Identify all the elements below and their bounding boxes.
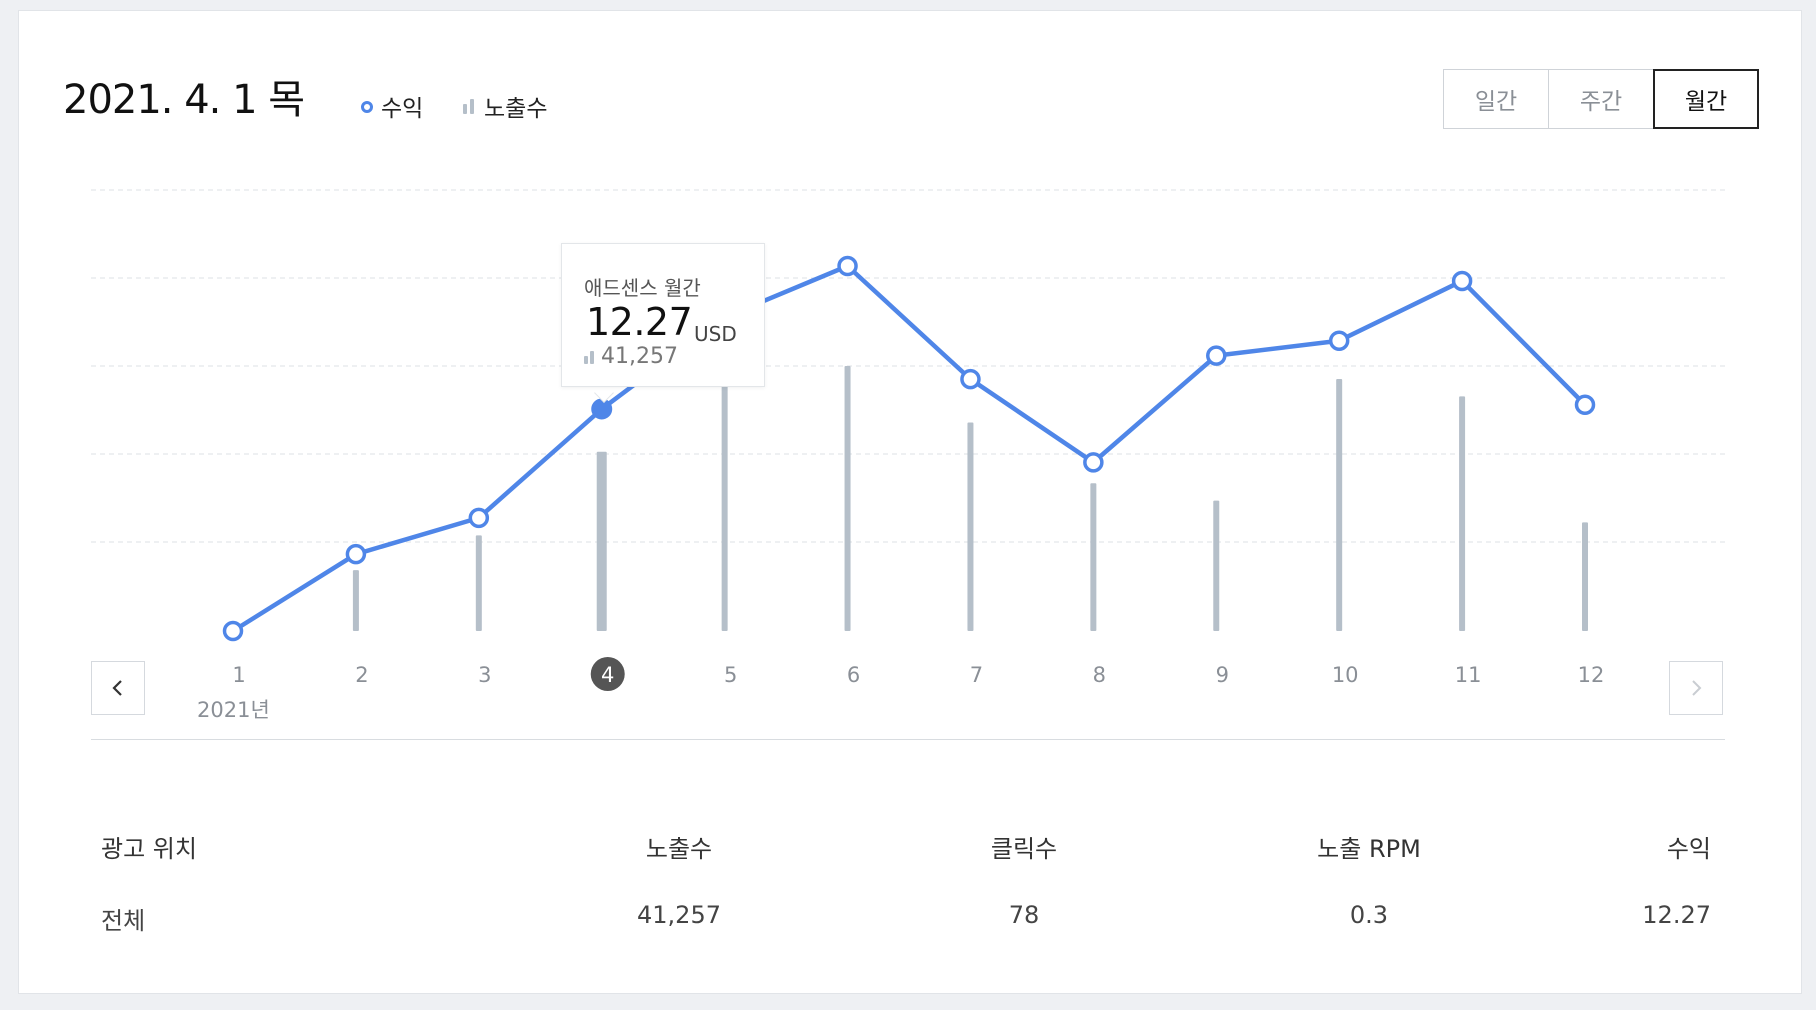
table-cell-impressions: 41,257 <box>637 901 721 929</box>
tooltip-currency: USD <box>694 322 737 346</box>
impressions-bar <box>1336 379 1343 631</box>
impressions-bar <box>721 383 728 631</box>
table-header-revenue: 수익 <box>1666 835 1711 863</box>
x-tick-label: 9 <box>1216 663 1229 687</box>
tooltip-impressions: 41,257 <box>584 344 678 369</box>
x-tick-label: 3 <box>478 663 491 687</box>
x-tick-label: 8 <box>1093 663 1106 687</box>
table-header-placement: 광고 위치 <box>101 835 197 863</box>
x-tick-label: 6 <box>847 663 860 687</box>
table-header-rpm: 노출 RPM <box>1317 835 1421 863</box>
revenue-point <box>960 368 981 390</box>
impressions-bars <box>352 366 1588 631</box>
table-cell-rpm: 0.3 <box>1349 901 1389 929</box>
x-tick-label-selected: 4 <box>601 663 614 687</box>
revenue-point <box>1206 345 1227 366</box>
revenue-point <box>1083 452 1104 473</box>
chart-area: 1 2 3 4 5 6 7 8 9 10 11 12 <box>91 189 1725 691</box>
table-cell-clicks: 78 <box>1008 901 1040 929</box>
chevron-left-icon <box>112 680 122 696</box>
revenue-point <box>1574 394 1596 415</box>
revenue-point <box>222 620 244 642</box>
revenue-point <box>345 543 367 565</box>
tab-monthly[interactable]: 월간 <box>1653 69 1759 129</box>
chart-tooltip: 애드센스 월간 12.27 USD 41,257 <box>561 243 765 387</box>
impressions-bar <box>844 366 851 631</box>
next-period-button[interactable] <box>1669 661 1723 715</box>
revenue-point-selected <box>591 398 613 420</box>
x-tick-label: 1 <box>232 663 245 687</box>
x-tick-label: 11 <box>1455 663 1482 687</box>
impressions-bar <box>475 535 482 631</box>
bar-marker-icon <box>584 350 596 364</box>
revenue-point <box>1328 330 1350 351</box>
table-cell-revenue: 12.27 <box>1642 901 1711 929</box>
revenue-point <box>468 507 490 529</box>
x-tick-label: 2 <box>355 663 368 687</box>
grid-lines <box>91 189 1725 543</box>
prev-period-button[interactable] <box>91 661 145 715</box>
x-tick-label: 12 <box>1578 663 1605 687</box>
impressions-bar <box>352 570 359 631</box>
divider <box>91 739 1725 740</box>
x-tick-label: 7 <box>970 663 983 687</box>
impressions-bar <box>1582 522 1588 631</box>
table-header-impressions: 노출수 <box>645 835 713 863</box>
revenue-line <box>222 255 1596 642</box>
impressions-bar <box>1459 396 1466 631</box>
tooltip-revenue-value: 12.27 <box>586 300 693 344</box>
chevron-right-icon <box>1692 680 1702 696</box>
revenue-point <box>837 255 858 277</box>
impressions-bar <box>1090 483 1097 631</box>
table-header-clicks: 클릭수 <box>990 835 1058 863</box>
impressions-bar <box>967 422 974 631</box>
x-axis-ticks: 1 2 3 4 5 6 7 8 9 10 11 12 <box>232 657 1604 691</box>
tooltip-title: 애드센스 월간 <box>584 276 701 300</box>
revenue-point <box>1451 270 1473 292</box>
x-tick-label: 5 <box>724 663 737 687</box>
report-card: 2021. 4. 1 목 수익 노출수 일간 주간 월간 1 2 3 4 5 6 7 8 9 10… <box>18 10 1802 994</box>
table-cell-placement: 전체 <box>101 907 146 935</box>
tooltip-impressions-value: 41,257 <box>601 344 678 369</box>
impressions-bar <box>596 451 607 631</box>
x-tick-label: 10 <box>1332 663 1359 687</box>
impressions-bar <box>1213 500 1220 631</box>
year-label: 2021년 <box>197 698 270 722</box>
revenue-line-path <box>230 263 1588 634</box>
